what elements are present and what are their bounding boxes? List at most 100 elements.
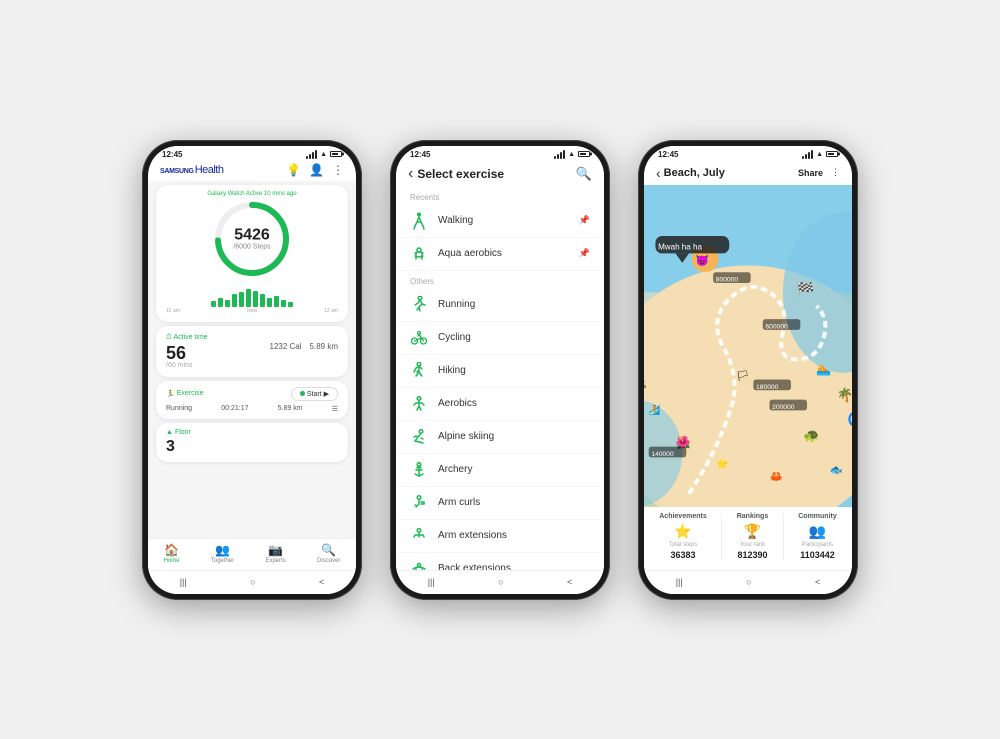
exercise-card: 🏃 Exercise Start ▶ Running 00:21:17 5.89… [156, 381, 348, 419]
start-button[interactable]: Start ▶ [291, 387, 338, 401]
community-col: Community 👥 Participants 1103442 [798, 513, 837, 560]
wifi-icon-3: ▲ [816, 151, 823, 158]
status-icons-3: ▲ [802, 150, 838, 159]
p2-back-btn[interactable]: ‹ Select exercise [408, 165, 504, 183]
steps-ring: 5426 /6000 Steps [212, 199, 292, 279]
share-button[interactable]: Share [798, 168, 823, 178]
search-icon-2[interactable]: 🔍 [576, 166, 592, 182]
profile-icon[interactable]: 👤 [309, 163, 324, 177]
svg-text:🦀: 🦀 [769, 471, 783, 483]
back-btn-1[interactable]: < [311, 575, 332, 589]
exercise-list-icon[interactable]: ☰ [332, 405, 338, 413]
wifi-icon-2: ▲ [568, 151, 575, 158]
steps-card: Galaxy Watch Active 10 mins ago 5426 /60… [156, 185, 348, 322]
p1-content: Galaxy Watch Active 10 mins ago 5426 /60… [148, 181, 356, 538]
signal-icon-3 [802, 150, 813, 159]
battery-icon-2 [578, 151, 590, 157]
list-item-aqua-aerobics[interactable]: Aqua aerobics 📌 [396, 238, 604, 271]
active-right: 1232 Cal 5.89 km [270, 334, 339, 351]
phone-3: 12:45 ▲ ‹ Be [638, 140, 858, 600]
rankings-col: Rankings 🏆 Your rank 812390 [737, 513, 769, 560]
p3-map-area: 🌴 🌴 🌴 🐢 ⭐ 🌺 🦀 🏊 🐟 🏄 🏳 😈 [644, 185, 852, 507]
home-btn-3[interactable]: ○ [738, 575, 759, 589]
nav-together[interactable]: 👥 Together [211, 543, 234, 564]
your-rank-value: 812390 [737, 550, 767, 560]
recent-apps-btn-1[interactable]: ||| [172, 575, 195, 589]
battery-icon-1 [330, 151, 342, 157]
status-icons-1: ▲ [306, 150, 342, 159]
aqua-label: Aqua aerobics [438, 248, 502, 259]
p3-stats-header: Achievements ⭐ Total steps 36383 Ranking… [652, 513, 844, 560]
list-item-left-walking: Walking [410, 212, 473, 230]
active-time-value: 56 [166, 344, 262, 362]
exercise-dot [300, 391, 305, 396]
list-item-alpine-skiing[interactable]: Alpine skiing [396, 421, 604, 454]
list-item-archery[interactable]: Archery [396, 454, 604, 487]
nav-home[interactable]: 🏠 Home [164, 543, 180, 564]
time-1: 12:45 [162, 150, 182, 159]
svg-text:🏄: 🏄 [649, 404, 661, 416]
svg-text:200000: 200000 [772, 404, 795, 411]
back-btn-2[interactable]: < [559, 575, 580, 589]
samsung-text: SAMSUNG [160, 168, 194, 175]
list-item-aerobics[interactable]: Aerobics [396, 388, 604, 421]
recents-label: Recents [396, 187, 604, 205]
back-chevron-icon: ‹ [408, 165, 413, 183]
recent-apps-btn-2[interactable]: ||| [420, 575, 443, 589]
p2-title: Select exercise [417, 167, 504, 181]
active-time-unit: /60 mins [166, 362, 262, 369]
home-btn-2[interactable]: ○ [490, 575, 511, 589]
list-item-arm-curls[interactable]: Arm curls [396, 487, 604, 520]
status-icons-2: ▲ [554, 150, 590, 159]
running-label: Running [438, 299, 475, 310]
exercise-time: 00:21:17 [221, 405, 248, 412]
pin-icon-aqua[interactable]: 📌 [579, 248, 590, 259]
recent-apps-btn-3[interactable]: ||| [668, 575, 691, 589]
list-item-running[interactable]: Running [396, 289, 604, 322]
status-bar-2: 12:45 ▲ [396, 146, 604, 161]
archery-icon [410, 461, 428, 479]
list-item-hiking[interactable]: Hiking [396, 355, 604, 388]
p3-header: ‹ Beach, July Share ⋮ [644, 161, 852, 185]
svg-text:140000: 140000 [651, 451, 674, 458]
p2-phone-nav: ||| ○ < [396, 570, 604, 594]
arm-curls-icon [410, 494, 428, 512]
nav-discover[interactable]: 🔍 Discover [317, 543, 340, 564]
svg-text:🏳: 🏳 [736, 369, 750, 382]
p3-back-btn[interactable]: ‹ Beach, July [656, 165, 725, 181]
participants-label: Participants [802, 542, 833, 548]
svg-text:180000: 180000 [756, 383, 779, 390]
home-btn-1[interactable]: ○ [242, 575, 263, 589]
steps-value: 5426 [233, 227, 270, 243]
list-item-cycling[interactable]: Cycling [396, 322, 604, 355]
p2-exercise-list: Recents Walking 📌 [396, 187, 604, 570]
svg-text:🌴: 🌴 [837, 386, 852, 402]
chart-label-now: Now [247, 308, 257, 314]
health-text: Health [195, 164, 224, 176]
home-icon: 🏠 [164, 543, 179, 557]
chart-label-start: 12 am [166, 308, 180, 314]
list-item-back-extensions[interactable]: Back extensions [396, 553, 604, 570]
floor-icon: ▲ [166, 429, 173, 436]
archery-label: Archery [438, 464, 472, 475]
list-item-arm-extensions[interactable]: Arm extensions [396, 520, 604, 553]
list-item-left-aqua: Aqua aerobics [410, 245, 502, 263]
aqua-icon [410, 245, 428, 263]
running-icon [410, 296, 428, 314]
hiking-icon [410, 362, 428, 380]
more-icon-3[interactable]: ⋮ [831, 167, 840, 178]
community-title: Community [798, 513, 837, 520]
chart-label-end: 12 am [324, 308, 338, 314]
back-btn-3[interactable]: < [807, 575, 828, 589]
together-icon: 👥 [215, 543, 230, 557]
bulb-icon[interactable]: 💡 [286, 163, 301, 177]
list-item-walking[interactable]: Walking 📌 [396, 205, 604, 238]
more-icon[interactable]: ⋮ [332, 163, 344, 177]
status-bar-1: 12:45 ▲ [148, 146, 356, 161]
nav-experts[interactable]: 📷 Experts [265, 543, 285, 564]
your-rank-label: Your rank [740, 542, 765, 548]
phone-3-screen: 12:45 ▲ ‹ Be [644, 146, 852, 594]
galaxy-badge: Galaxy Watch Active 10 mins ago [207, 191, 296, 197]
svg-text:😈: 😈 [696, 254, 709, 267]
pin-icon-walking[interactable]: 📌 [579, 215, 590, 226]
